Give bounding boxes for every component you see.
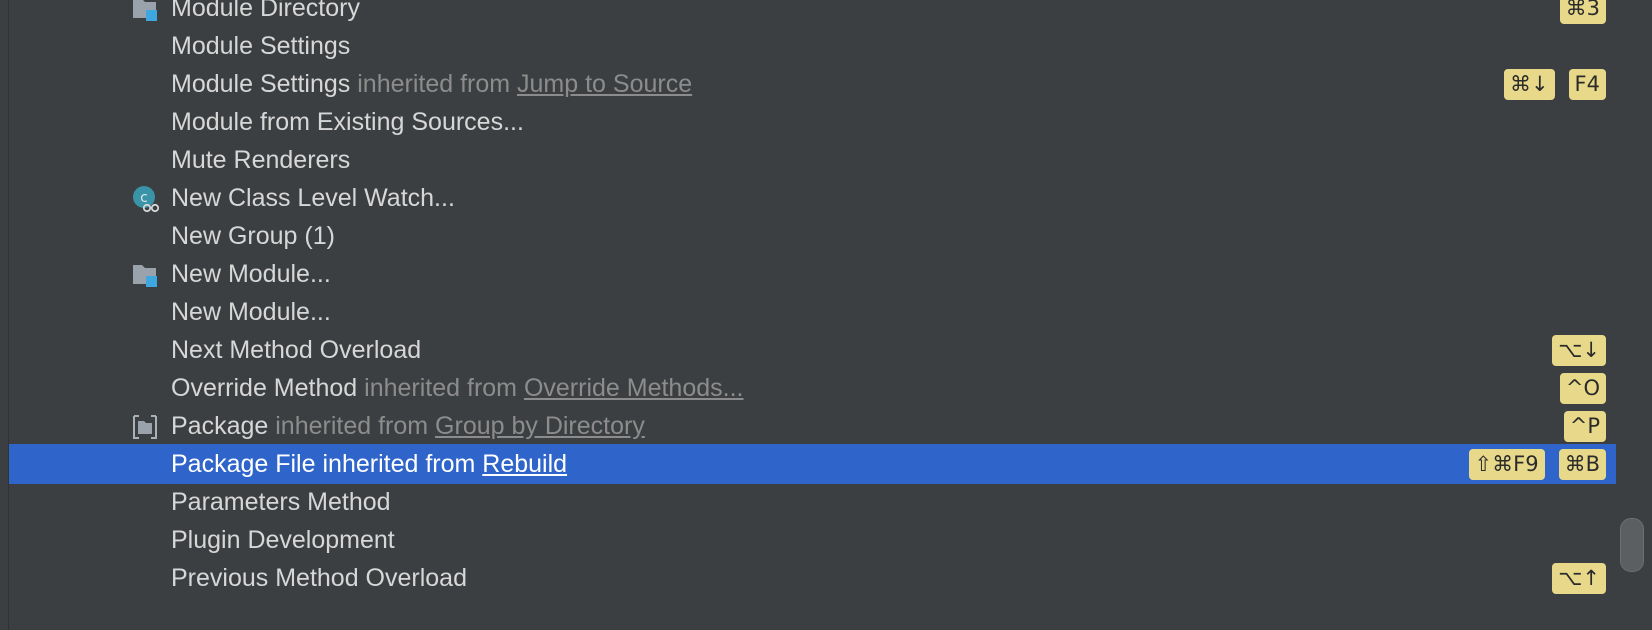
list-item-text: Plugin Development <box>171 526 395 555</box>
list-item[interactable]: Module from Existing Sources... <box>9 102 1616 142</box>
action-name: Module Settings <box>171 69 351 98</box>
inherited-label: inherited from <box>364 373 524 402</box>
list-item-text: New Module... <box>171 260 331 289</box>
list-item[interactable]: New Module... <box>9 254 1616 294</box>
action-name: Override Method <box>171 373 358 402</box>
class-watch-icon: c <box>130 184 160 214</box>
action-name: Package File <box>171 449 316 478</box>
inherited-source-link[interactable]: Rebuild <box>482 450 567 478</box>
list-item[interactable]: Mute Renderers <box>9 140 1616 180</box>
action-name: Module from Existing Sources... <box>171 107 524 136</box>
shortcut-group: ^O <box>1559 373 1606 404</box>
list-item-text: New Class Level Watch... <box>171 184 455 213</box>
action-name: Next Method Overload <box>171 335 422 364</box>
action-name: New Group (1) <box>171 221 335 250</box>
inherited-source-link[interactable]: Jump to Source <box>517 70 692 98</box>
inherited-label: inherited from <box>357 69 518 98</box>
shortcut-group: ⇧⌘F9 ⌘B <box>1468 449 1606 480</box>
action-name: Package <box>171 411 269 440</box>
list-item[interactable]: Previous Method Overload ⌥↑ <box>9 558 1616 598</box>
shortcut-badge: ⌘↓ <box>1503 69 1555 100</box>
list-item-text: Module Directory <box>171 0 360 23</box>
shortcut-group: ⌘3 <box>1559 0 1606 24</box>
action-name: Module Directory <box>171 0 360 22</box>
list-item[interactable]: Parameters Method <box>9 482 1616 522</box>
list-item[interactable]: Override Method inherited from Override … <box>9 368 1616 408</box>
list-item-text: Module Settings inherited from Jump to S… <box>171 70 692 99</box>
list-item-text: Next Method Overload <box>171 336 421 365</box>
list-item[interactable]: New Module... <box>9 292 1616 332</box>
module-folder-icon <box>130 0 160 24</box>
list-item[interactable]: Package inherited from Group by Director… <box>9 406 1616 446</box>
shortcut-badge: ^O <box>1559 373 1606 404</box>
action-name: Parameters Method <box>171 487 391 516</box>
shortcut-group: ⌘↓ F4 <box>1503 69 1606 100</box>
action-list[interactable]: Module Directory ⌘3 Module Settings Module … <box>0 0 1652 630</box>
list-item-selected[interactable]: Package File inherited from Rebuild ⇧⌘F9 ⌘… <box>9 444 1616 484</box>
svg-text:c: c <box>140 190 148 206</box>
shortcut-badge: ⌘3 <box>1559 0 1606 24</box>
list-item-text: Module Settings <box>171 32 350 61</box>
list-item[interactable]: New Group (1) <box>9 216 1616 256</box>
list-item[interactable]: Next Method Overload ⌥↓ <box>9 330 1616 370</box>
shortcut-badge: ^P <box>1563 411 1606 442</box>
shortcut-badge: ⌘B <box>1558 449 1606 480</box>
list-item-text: Mute Renderers <box>171 146 350 175</box>
shortcut-badge: ⌥↑ <box>1552 563 1606 594</box>
shortcut-group: ⌥↓ <box>1552 335 1606 366</box>
list-item[interactable]: c New Class Level Watch... <box>9 178 1616 218</box>
list-item-text: Parameters Method <box>171 488 391 517</box>
list-item[interactable]: Module Settings inherited from Jump to S… <box>9 64 1616 104</box>
action-name: Mute Renderers <box>171 145 351 174</box>
inherited-label: inherited from <box>275 411 436 440</box>
vertical-scrollbar-thumb[interactable] <box>1620 518 1644 572</box>
list-item-text: Package inherited from Group by Director… <box>171 412 645 441</box>
action-name: New Module... <box>171 259 331 288</box>
module-folder-icon <box>130 260 160 290</box>
list-item-text: New Group (1) <box>171 222 335 251</box>
list-item[interactable]: Plugin Development <box>9 520 1616 560</box>
list-item-text: Override Method inherited from Override … <box>171 374 743 403</box>
package-icon <box>130 412 160 442</box>
list-item-text: Module from Existing Sources... <box>171 108 524 137</box>
action-name: Previous Method Overload <box>171 563 467 592</box>
action-name: Plugin Development <box>171 525 395 554</box>
action-name: New Module... <box>171 297 331 326</box>
inherited-source-link[interactable]: Group by Directory <box>435 412 645 440</box>
shortcut-badge: ⇧⌘F9 <box>1468 449 1545 480</box>
action-name: Module Settings <box>171 31 351 60</box>
list-item-text: Previous Method Overload <box>171 564 467 593</box>
shortcut-badge: ⌥↓ <box>1552 335 1606 366</box>
list-item-text: New Module... <box>171 298 331 327</box>
shortcut-badge: F4 <box>1568 69 1606 100</box>
list-item[interactable]: Module Directory ⌘3 <box>9 0 1616 28</box>
inherited-label: inherited from <box>322 449 483 478</box>
shortcut-group: ^P <box>1563 411 1606 442</box>
action-name: New Class Level Watch... <box>171 183 455 212</box>
list-item-text: Package File inherited from Rebuild <box>171 450 567 479</box>
list-item[interactable]: Module Settings <box>9 26 1616 66</box>
shortcut-group: ⌥↑ <box>1552 563 1606 594</box>
inherited-source-link[interactable]: Override Methods... <box>524 374 744 402</box>
